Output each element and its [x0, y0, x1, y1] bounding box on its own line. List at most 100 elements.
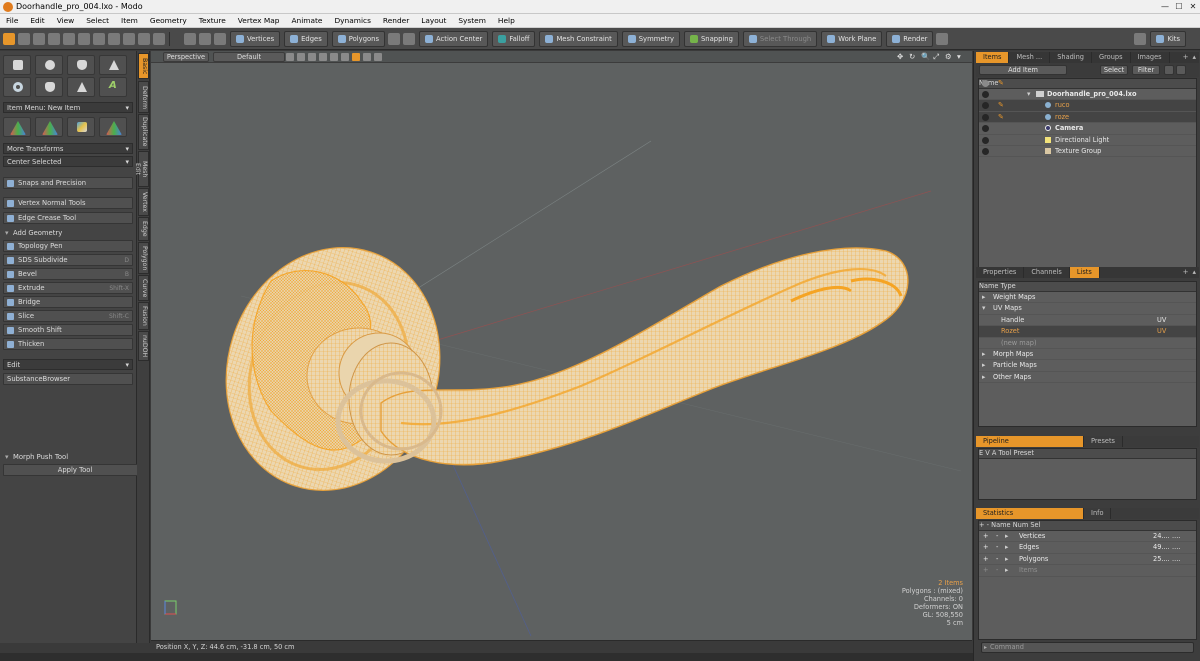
vertices-mode-button[interactable]: Vertices: [230, 30, 281, 47]
substance-browser-button[interactable]: SubstanceBrowser: [3, 373, 133, 385]
expand-icon[interactable]: ▾: [1027, 89, 1030, 100]
list-row-handle[interactable]: Handle UV: [979, 315, 1196, 327]
select-through-button[interactable]: Select Through: [742, 30, 818, 47]
shield-icon[interactable]: [199, 32, 211, 45]
falloff-button[interactable]: Falloff: [492, 30, 536, 47]
texture-icon[interactable]: [319, 53, 327, 61]
menu-render[interactable]: Render: [377, 16, 415, 25]
dropdown-chevron-icon[interactable]: [403, 32, 416, 45]
list-row-morph-maps[interactable]: ▸ Morph Maps: [979, 349, 1196, 361]
lock-icon[interactable]: ✎: [998, 113, 1005, 121]
expand-icon[interactable]: ▸: [982, 292, 985, 303]
stat-row-polygons[interactable]: + - ▸ Polygons 25........: [979, 554, 1196, 566]
lock-icon[interactable]: ✎: [998, 101, 1005, 109]
kits-button[interactable]: Kits: [1150, 30, 1186, 47]
text-primitive-icon[interactable]: A: [99, 77, 127, 97]
bridge-button[interactable]: Bridge: [3, 296, 133, 308]
menu-system[interactable]: System: [452, 16, 492, 25]
align-icon[interactable]: [123, 32, 135, 45]
transform-icon[interactable]: [18, 32, 30, 45]
grid-icon[interactable]: [286, 53, 294, 61]
tab-items[interactable]: Items: [976, 52, 1010, 63]
tab-groups[interactable]: Groups: [1092, 52, 1131, 63]
remove-selection-icon[interactable]: -: [996, 531, 998, 542]
highlight-icon[interactable]: [352, 53, 360, 61]
expand-icon[interactable]: ▸: [982, 372, 985, 383]
menu-file[interactable]: File: [0, 16, 24, 25]
thicken-button[interactable]: Thicken: [3, 338, 133, 350]
menu-dynamics[interactable]: Dynamics: [328, 16, 376, 25]
apply-tool-button[interactable]: Apply Tool: [3, 464, 147, 476]
tab-lists[interactable]: Lists: [1069, 267, 1100, 278]
sds-subdivide-button[interactable]: SDS Subdivide D: [3, 254, 133, 266]
move-icon[interactable]: [33, 32, 45, 45]
fit-icon[interactable]: ⤢: [933, 52, 939, 62]
select-mode-icon[interactable]: [3, 32, 15, 45]
item-menu-dropdown[interactable]: Item Menu: New Item: [3, 102, 133, 113]
tab-info[interactable]: Info: [1084, 508, 1112, 519]
remove-selection-icon[interactable]: -: [996, 565, 998, 576]
tab-images[interactable]: Images: [1131, 52, 1170, 63]
cylinder-primitive-icon[interactable]: [67, 55, 95, 75]
edge-crease-tool-button[interactable]: Edge Crease Tool: [3, 212, 133, 224]
stat-row-vertices[interactable]: + - ▸ Vertices 24........: [979, 531, 1196, 543]
list-row-other-maps[interactable]: ▸ Other Maps: [979, 372, 1196, 384]
sphere-primitive-icon[interactable]: [35, 55, 63, 75]
menu-edit[interactable]: Edit: [24, 16, 50, 25]
add-selection-icon[interactable]: +: [983, 531, 989, 542]
tab-deform[interactable]: Deform: [138, 81, 149, 113]
filter-funnel-icon[interactable]: [1176, 65, 1186, 75]
menu-layout[interactable]: Layout: [415, 16, 452, 25]
tab-curve[interactable]: Curve: [138, 275, 149, 301]
item-mode-icon[interactable]: [388, 32, 401, 45]
menu-animate[interactable]: Animate: [286, 16, 329, 25]
filter-button[interactable]: Filter: [1132, 65, 1160, 75]
list-row-uv-maps[interactable]: ▾ UV Maps: [979, 303, 1196, 315]
tab-fusion[interactable]: Fusion: [138, 302, 149, 330]
symmetry-button[interactable]: Symmetry: [621, 30, 680, 47]
close-button[interactable]: ✕: [1186, 0, 1200, 14]
zoom-icon[interactable]: 🔍: [921, 52, 930, 61]
smooth-shift-button[interactable]: Smooth Shift: [3, 324, 133, 336]
expand-icon[interactable]: ▸: [982, 360, 985, 371]
morph-push-tool-header[interactable]: Morph Push Tool: [3, 451, 148, 463]
snaps-precision-button[interactable]: Snaps and Precision: [3, 177, 133, 189]
polygons-mode-button[interactable]: Polygons: [331, 30, 386, 47]
remove-selection-icon[interactable]: -: [996, 554, 998, 565]
tab-basic[interactable]: Basic: [138, 53, 149, 79]
collapse-icon[interactable]: ▾: [982, 303, 985, 314]
menu-help[interactable]: Help: [492, 16, 521, 25]
capsule-primitive-icon[interactable]: [35, 77, 63, 97]
tab-polygon[interactable]: Polygon: [138, 242, 149, 274]
visibility-eye-icon[interactable]: [982, 113, 989, 121]
item-row-camera[interactable]: Camera: [979, 123, 1196, 135]
wedge-primitive-icon[interactable]: [67, 77, 95, 97]
stat-row-items[interactable]: + - ▸ Items: [979, 565, 1196, 577]
command-input[interactable]: Command: [981, 642, 1194, 653]
cube-primitive-icon[interactable]: [3, 55, 31, 75]
viewport-settings-icon[interactable]: ⚙: [945, 52, 952, 61]
list-view-icon[interactable]: [1164, 65, 1174, 75]
extrude-button[interactable]: Extrude Shift-X: [3, 282, 133, 294]
menu-vertex-map[interactable]: Vertex Map: [232, 16, 286, 25]
tab-mesh-edit[interactable]: Mesh Edit: [134, 151, 149, 187]
tab-vertex[interactable]: Vertex: [138, 188, 149, 216]
tab-presets[interactable]: Presets: [1084, 436, 1123, 447]
menu-texture[interactable]: Texture: [193, 16, 232, 25]
tab-edge[interactable]: Edge: [138, 217, 149, 241]
viewport-menu-icon[interactable]: ▾: [957, 52, 961, 61]
view-mode-dropdown[interactable]: Perspective: [163, 52, 209, 62]
add-tab-icon[interactable]: +: [1183, 52, 1189, 63]
shading-dropdown[interactable]: Default: [213, 52, 285, 62]
minimize-button[interactable]: —: [1158, 0, 1172, 14]
list-row-weight-maps[interactable]: ▸ Weight Maps: [979, 292, 1196, 304]
expand-icon[interactable]: ▸: [1005, 531, 1008, 542]
vertex-normal-tools-button[interactable]: Vertex Normal Tools: [3, 197, 133, 209]
bevel-button[interactable]: Bevel B: [3, 268, 133, 280]
scale-tool-icon[interactable]: [99, 117, 127, 137]
pan-icon[interactable]: ✥: [897, 52, 903, 61]
mirror-icon[interactable]: [108, 32, 120, 45]
tab-pipeline[interactable]: Pipeline: [976, 436, 1084, 447]
options-icon[interactable]: [374, 53, 382, 61]
layout-icon[interactable]: [138, 32, 150, 45]
